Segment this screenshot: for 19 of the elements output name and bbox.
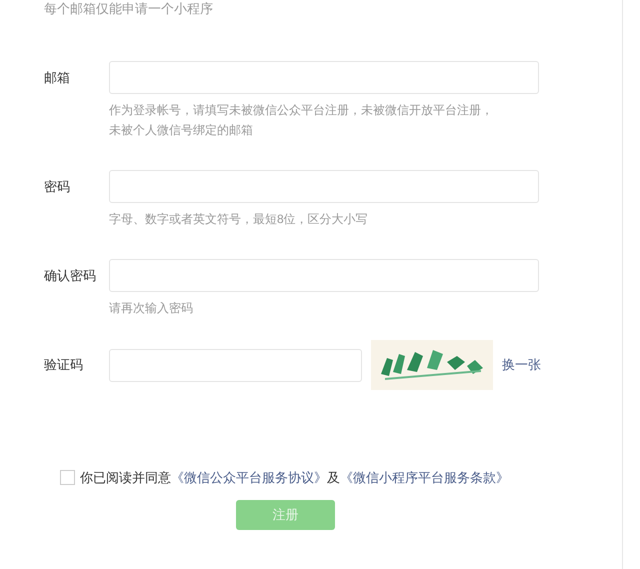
input-field[interactable] <box>109 61 539 94</box>
agreement-text: 你已阅读并同意 <box>80 469 171 487</box>
captcha-field[interactable] <box>109 348 362 382</box>
field-hint: 未被个人微信号绑定的邮箱 <box>109 122 254 139</box>
input-field[interactable] <box>109 170 539 203</box>
field-label: 密码 <box>44 178 71 196</box>
field-hint: 请再次输入密码 <box>109 300 194 317</box>
service-agreement-link[interactable]: 《微信公众平台服务协议》 <box>171 468 327 488</box>
field-hint: 字母、数字或者英文符号，最短8位，区分大小写 <box>109 211 369 228</box>
field-label: 邮箱 <box>44 69 71 87</box>
agreement-joiner: 及 <box>327 469 340 487</box>
intro-text: 每个邮箱仅能申请一个小程序 <box>44 1 214 17</box>
refresh-captcha-link[interactable]: 换一张 <box>502 355 541 375</box>
terms-link[interactable]: 《微信小程序平台服务条款》 <box>340 468 509 488</box>
agreement-checkbox[interactable] <box>60 470 75 486</box>
field-label: 确认密码 <box>44 267 97 285</box>
input-field[interactable] <box>109 259 539 292</box>
field-hint: 作为登录帐号，请填写未被微信公众平台注册，未被微信开放平台注册， <box>109 102 494 119</box>
field-label: 验证码 <box>44 356 84 374</box>
